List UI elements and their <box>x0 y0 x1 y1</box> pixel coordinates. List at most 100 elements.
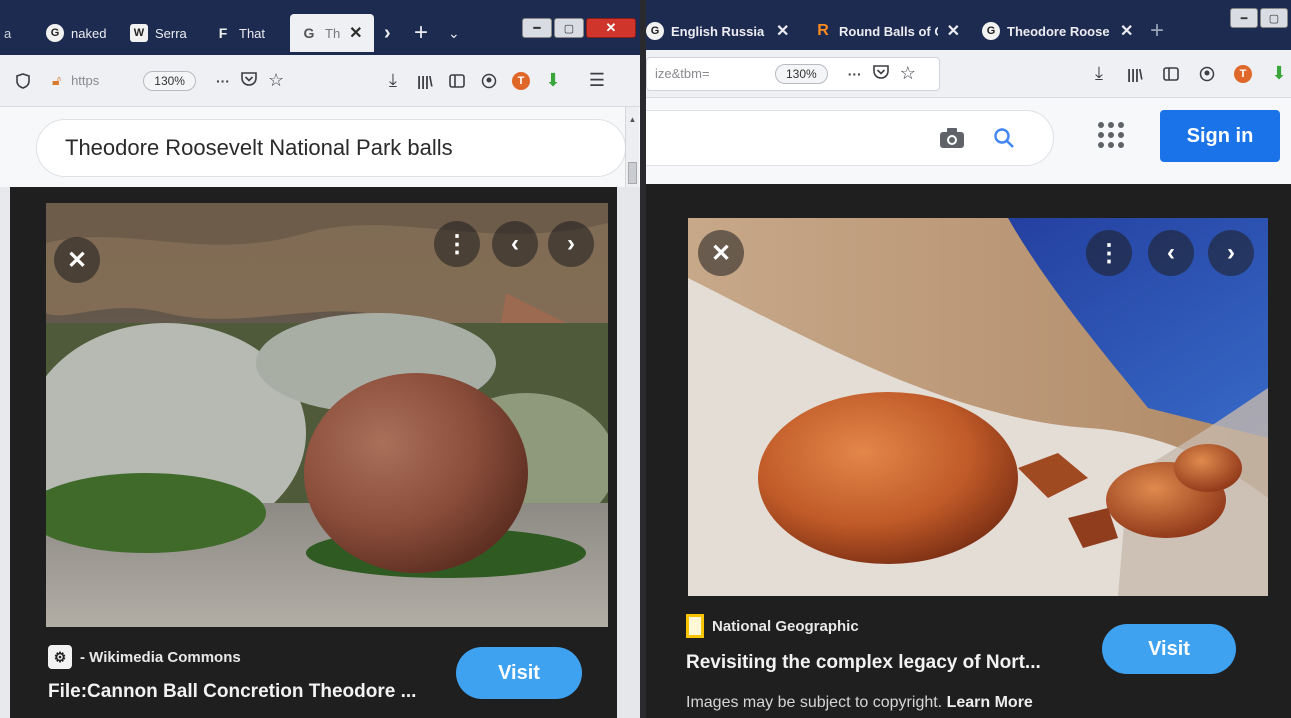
account-icon[interactable] <box>1196 60 1218 88</box>
visit-button[interactable]: Visit <box>1102 624 1236 674</box>
result-title[interactable]: Revisiting the complex legacy of Nort... <box>686 652 1086 674</box>
library-icon[interactable]: |||\ <box>1124 60 1146 88</box>
pocket-icon[interactable] <box>872 64 890 83</box>
download-icon[interactable]: ⤓ <box>1088 60 1110 88</box>
tab-partial-label: a <box>4 25 12 41</box>
sign-in-button[interactable]: Sign in <box>1160 110 1280 162</box>
search-query: Theodore Roosevelt National Park balls <box>65 135 453 160</box>
window-close-icon[interactable]: ✕ <box>586 18 636 38</box>
tab-close-icon[interactable]: ✕ <box>1120 21 1133 41</box>
window-controls: ━ ▢ ✕ <box>522 18 636 38</box>
chevron-left-icon[interactable]: ‹ <box>492 221 538 267</box>
tab-label: Round Balls of C <box>839 23 938 39</box>
close-icon[interactable]: ✕ <box>698 230 744 276</box>
extension-arrow-icon[interactable]: ⬇ <box>542 67 564 95</box>
tab-theodore-active[interactable]: G Th ✕ <box>290 14 374 52</box>
result-image-national-geographic[interactable]: ✕ ⋮ ‹ › <box>688 218 1268 596</box>
zoom-indicator[interactable]: 130% <box>143 70 196 91</box>
library-icon[interactable]: |||\ <box>414 67 436 95</box>
google-favicon-icon: G <box>982 22 1000 40</box>
wikimedia-commons-icon: ⚙ <box>48 645 72 669</box>
tab-label: That <box>239 25 266 41</box>
ublock-icon[interactable]: T <box>1232 60 1254 88</box>
star-icon[interactable]: ☆ <box>900 63 916 84</box>
tab-overflow-button[interactable]: › <box>384 14 406 52</box>
left-tab-strip: a G naked W Serra F That G Th ✕ › + ⌄ ━ … <box>0 0 643 55</box>
national-geographic-icon <box>686 614 704 638</box>
pocket-icon[interactable] <box>240 71 258 90</box>
scrollbar[interactable]: ▲ <box>625 107 639 187</box>
tab-naked[interactable]: G naked <box>42 14 114 52</box>
tab-label: naked <box>71 25 107 41</box>
url-text: ize&tbm= <box>655 66 710 81</box>
viewer-panel-edge <box>0 187 10 718</box>
tab-label: Serra <box>155 25 187 41</box>
tab-serra[interactable]: W Serra <box>126 14 198 52</box>
chevron-left-icon[interactable]: ‹ <box>1148 230 1194 276</box>
right-image-viewer: ✕ ⋮ ‹ › National Geographic Revisiting t… <box>646 184 1291 718</box>
more-vert-icon[interactable]: ⋮ <box>1086 230 1132 276</box>
maximize-icon[interactable]: ▢ <box>554 18 584 38</box>
scroll-thumb[interactable] <box>628 162 637 184</box>
extension-arrow-icon[interactable]: ⬇ <box>1268 60 1290 88</box>
wordpress-favicon-icon: W <box>130 24 148 42</box>
left-toolbar: 🔓︎ https 130% ··· ☆ ⤓ |||\ T ⬇ ☰ <box>0 55 643 107</box>
zoom-indicator[interactable]: 130% <box>775 63 828 84</box>
result-title[interactable]: File:Cannon Ball Concretion Theodore ... <box>48 681 448 703</box>
tab-close-icon[interactable]: ✕ <box>349 23 362 43</box>
minimize-icon[interactable]: ━ <box>522 18 552 38</box>
result-image-cannon-ball[interactable]: ✕ ⋮ ‹ › <box>46 203 608 627</box>
left-browser-window: a G naked W Serra F That G Th ✕ › + ⌄ ━ … <box>0 0 643 718</box>
tab-english-russia[interactable]: G English Russia ✕ <box>646 12 792 50</box>
tab-that[interactable]: F That <box>210 14 282 52</box>
more-vert-icon[interactable]: ⋮ <box>434 221 480 267</box>
lock-icon: 🔓︎ <box>52 72 62 88</box>
download-icon[interactable]: ⤓ <box>382 67 404 95</box>
right-google-header: Sign in <box>646 98 1291 184</box>
scroll-up-icon[interactable]: ▲ <box>626 115 639 124</box>
learn-more-link[interactable]: Learn More <box>947 694 1033 711</box>
tab-close-icon[interactable]: ✕ <box>947 21 960 41</box>
chevron-right-icon[interactable]: › <box>1208 230 1254 276</box>
maximize-icon[interactable]: ▢ <box>1260 8 1288 28</box>
page-actions-more-icon[interactable]: ··· <box>848 66 862 82</box>
tab-close-icon[interactable]: ✕ <box>776 21 789 41</box>
apps-grid-icon[interactable] <box>1098 122 1124 148</box>
google-favicon-icon: G <box>646 22 664 40</box>
page-actions-more-icon[interactable]: ··· <box>216 73 230 89</box>
new-tab-button[interactable]: + <box>1150 12 1176 50</box>
camera-icon[interactable] <box>939 127 965 154</box>
visit-button[interactable]: Visit <box>456 647 582 699</box>
tab-list-button[interactable]: ⌄ <box>448 14 470 52</box>
tab-round-balls[interactable]: R Round Balls of C ✕ <box>810 12 960 50</box>
ublock-icon[interactable]: T <box>510 67 532 95</box>
url-text: https <box>71 73 100 88</box>
right-browser-window: G English Russia ✕ R Round Balls of C ✕ … <box>646 0 1291 718</box>
shield-icon[interactable] <box>12 67 34 95</box>
chevron-right-icon[interactable]: › <box>548 221 594 267</box>
tab-theodore-roosevelt[interactable]: G Theodore Roose ✕ <box>976 12 1134 50</box>
search-box[interactable]: Theodore Roosevelt National Park balls <box>36 119 626 177</box>
close-icon[interactable]: ✕ <box>54 237 100 283</box>
new-tab-button[interactable]: + <box>414 14 436 52</box>
r-favicon-icon: R <box>817 22 829 39</box>
left-google-header: Theodore Roosevelt National Park balls ▲ <box>0 107 643 187</box>
sidebar-icon[interactable] <box>1160 60 1182 88</box>
menu-icon[interactable]: ☰ <box>586 67 608 95</box>
account-icon[interactable] <box>478 67 500 95</box>
google-favicon-icon: G <box>46 24 64 42</box>
sidebar-icon[interactable] <box>446 67 468 95</box>
minimize-icon[interactable]: ━ <box>1230 8 1258 28</box>
window-controls: ━ ▢ <box>1230 8 1288 28</box>
star-icon[interactable]: ☆ <box>268 70 284 91</box>
result-source[interactable]: ⚙ - Wikimedia Commons <box>48 645 241 669</box>
copyright-notice: Images may be subject to copyright. Lear… <box>686 694 1033 712</box>
right-tab-strip: G English Russia ✕ R Round Balls of C ✕ … <box>646 0 1291 50</box>
result-source[interactable]: National Geographic <box>686 614 859 638</box>
left-url-bar[interactable]: 🔓︎ https 130% ··· ☆ <box>44 64 322 98</box>
tab-partial[interactable]: a <box>0 14 28 52</box>
right-url-bar[interactable]: ize&tbm= 130% ··· ☆ <box>646 56 940 91</box>
source-label: National Geographic <box>712 617 859 635</box>
search-icon[interactable] <box>993 127 1015 154</box>
search-box-right-end[interactable] <box>646 110 1054 166</box>
